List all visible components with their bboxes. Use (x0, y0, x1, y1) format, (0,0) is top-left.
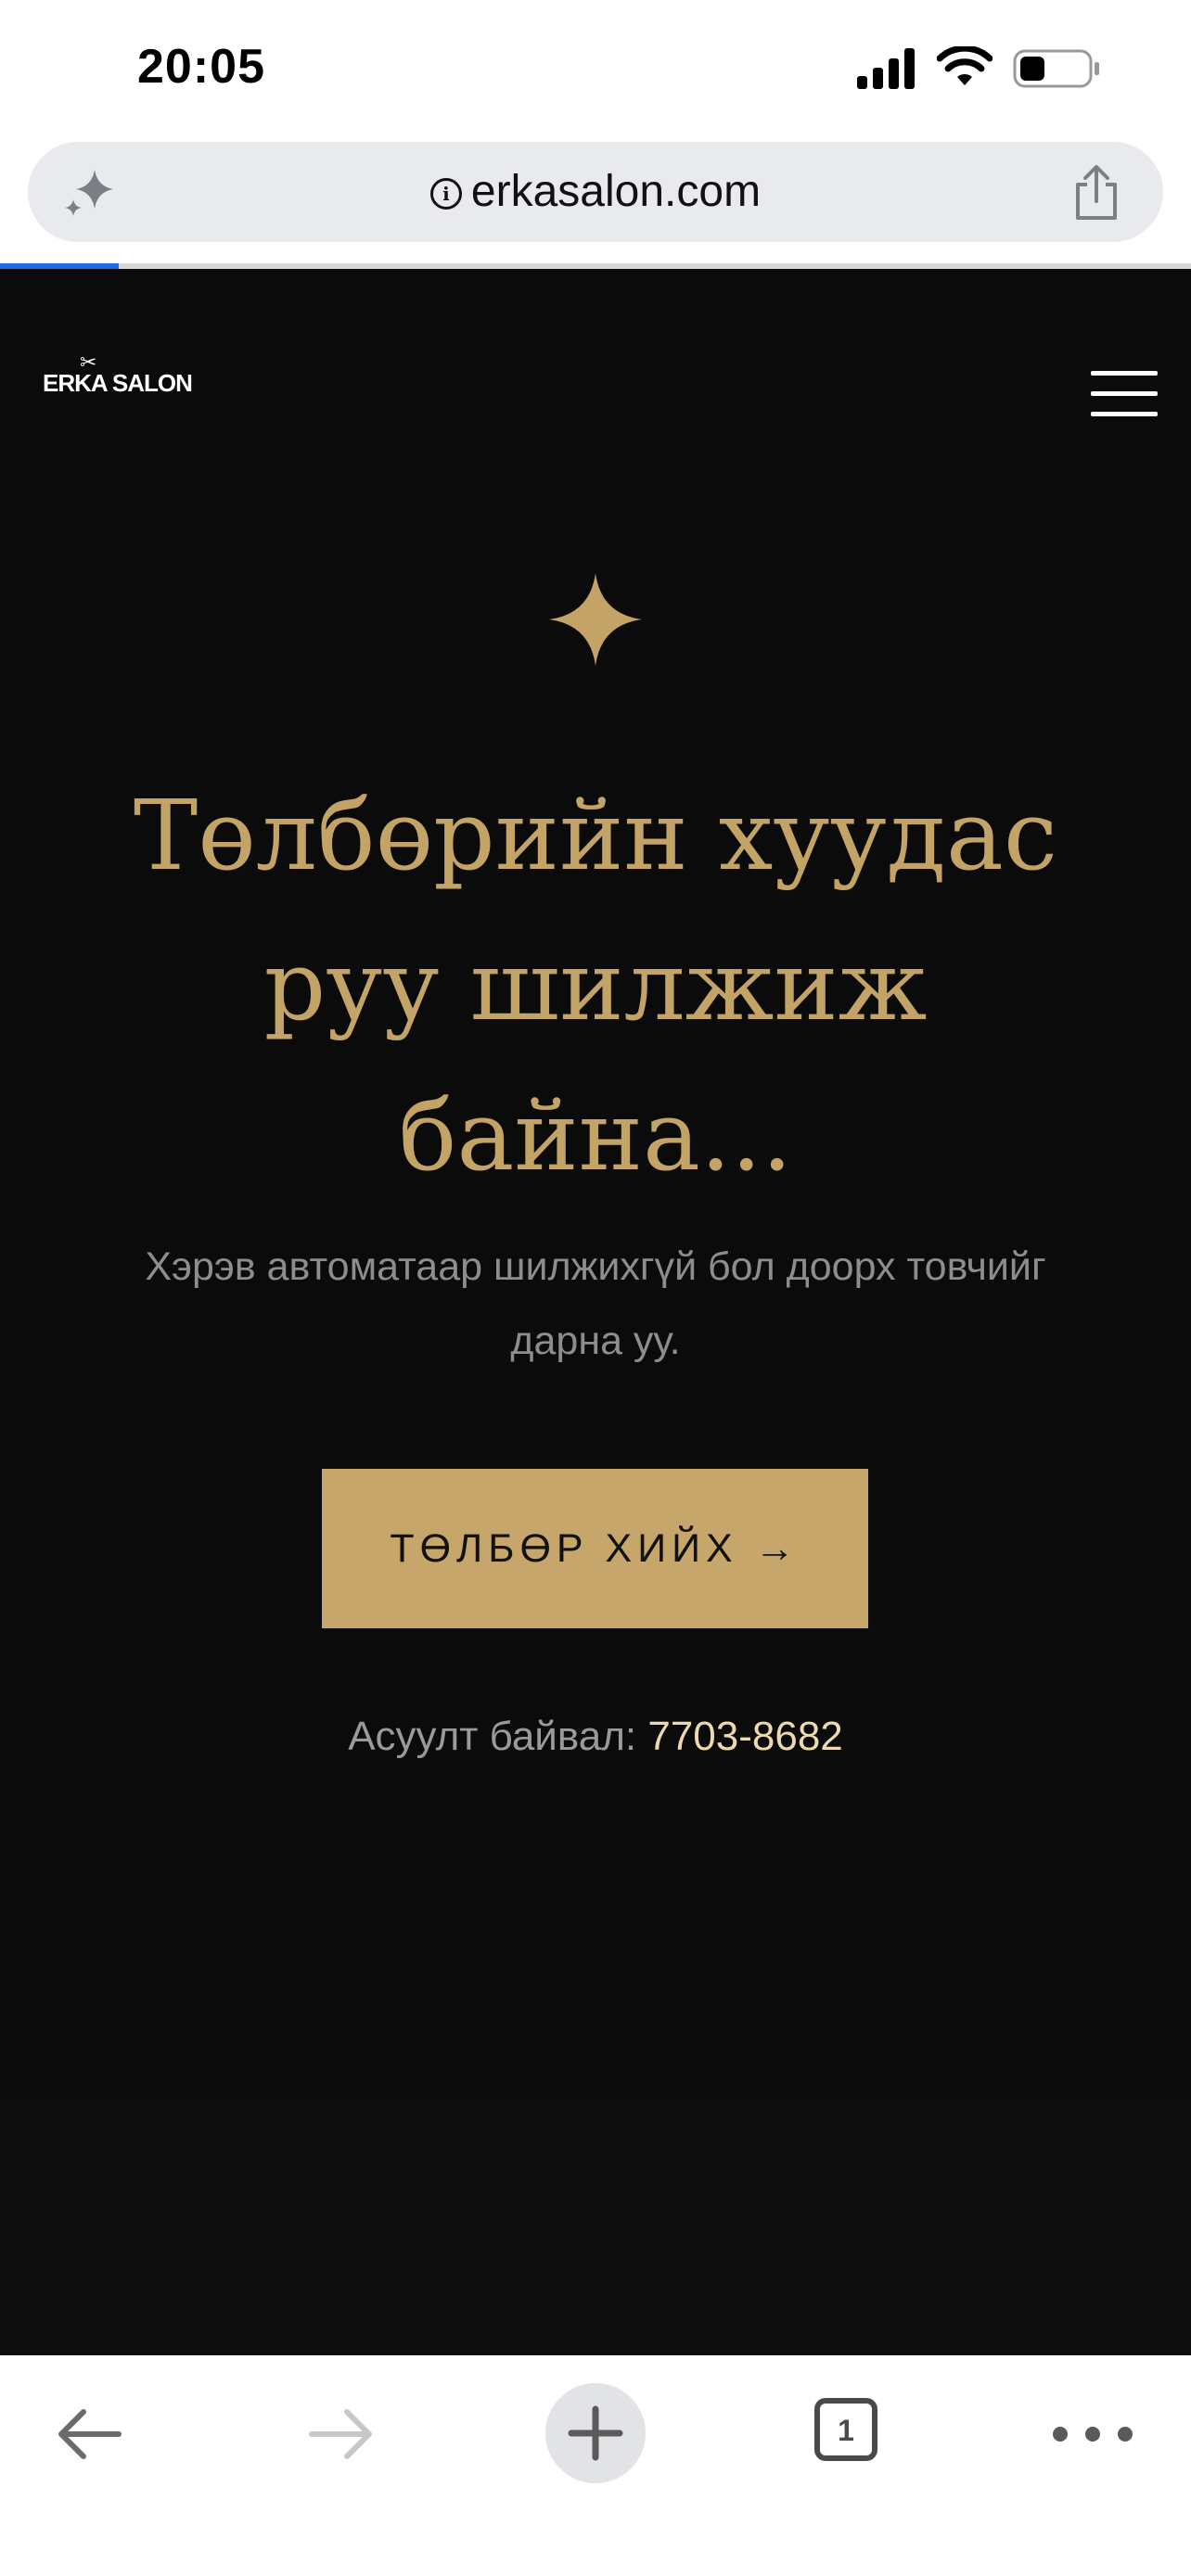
tabs-icon[interactable]: 1 (814, 2398, 877, 2461)
contact-phone-link[interactable]: 7703-8682 (647, 1714, 842, 1759)
address-bar[interactable]: i erkasalon.com (28, 142, 1163, 242)
signal-icon (857, 48, 915, 89)
status-bar: 20:05 (0, 0, 1191, 139)
star-icon (549, 573, 642, 666)
page-title: Төлбөрийн хуудас руу шилжиж байна... (133, 779, 1058, 1192)
contact-line: Асуулт байвал: 7703-8682 (0, 1714, 1191, 1760)
more-icon[interactable] (1048, 2422, 1159, 2446)
battery-icon (1013, 49, 1099, 88)
wifi-icon (937, 46, 992, 85)
web-page: ✂ ERKA SALON Төлбөрийн хуудас руу шилжиж… (0, 269, 1191, 2355)
contact-prefix: Асуулт байвал: (348, 1714, 637, 1759)
redirect-hint: Хэрэв автоматаар шилжихгүй бол доорх тов… (145, 1244, 1046, 1363)
page-footer-area (0, 2094, 1191, 2355)
scissors-icon: ✂ (80, 351, 96, 374)
browser-toolbar: 1 (0, 2357, 1191, 2576)
plus-icon (568, 2405, 623, 2461)
status-time: 20:05 (137, 40, 265, 94)
menu-icon[interactable] (1091, 371, 1158, 417)
pay-button[interactable]: ТӨЛБӨР ХИЙХ → (322, 1469, 868, 1628)
site-logo-text[interactable]: ERKA SALON (43, 369, 193, 397)
info-icon[interactable]: i (429, 178, 462, 210)
forward-arrow-icon[interactable] (304, 2404, 378, 2465)
share-icon[interactable] (1070, 164, 1122, 222)
new-tab-button[interactable] (545, 2383, 646, 2483)
url-display[interactable]: i erkasalon.com (28, 166, 1163, 217)
back-arrow-icon[interactable] (52, 2404, 126, 2465)
url-text[interactable]: erkasalon.com (471, 167, 761, 216)
site-logo[interactable]: ✂ ERKA SALON (43, 351, 193, 398)
